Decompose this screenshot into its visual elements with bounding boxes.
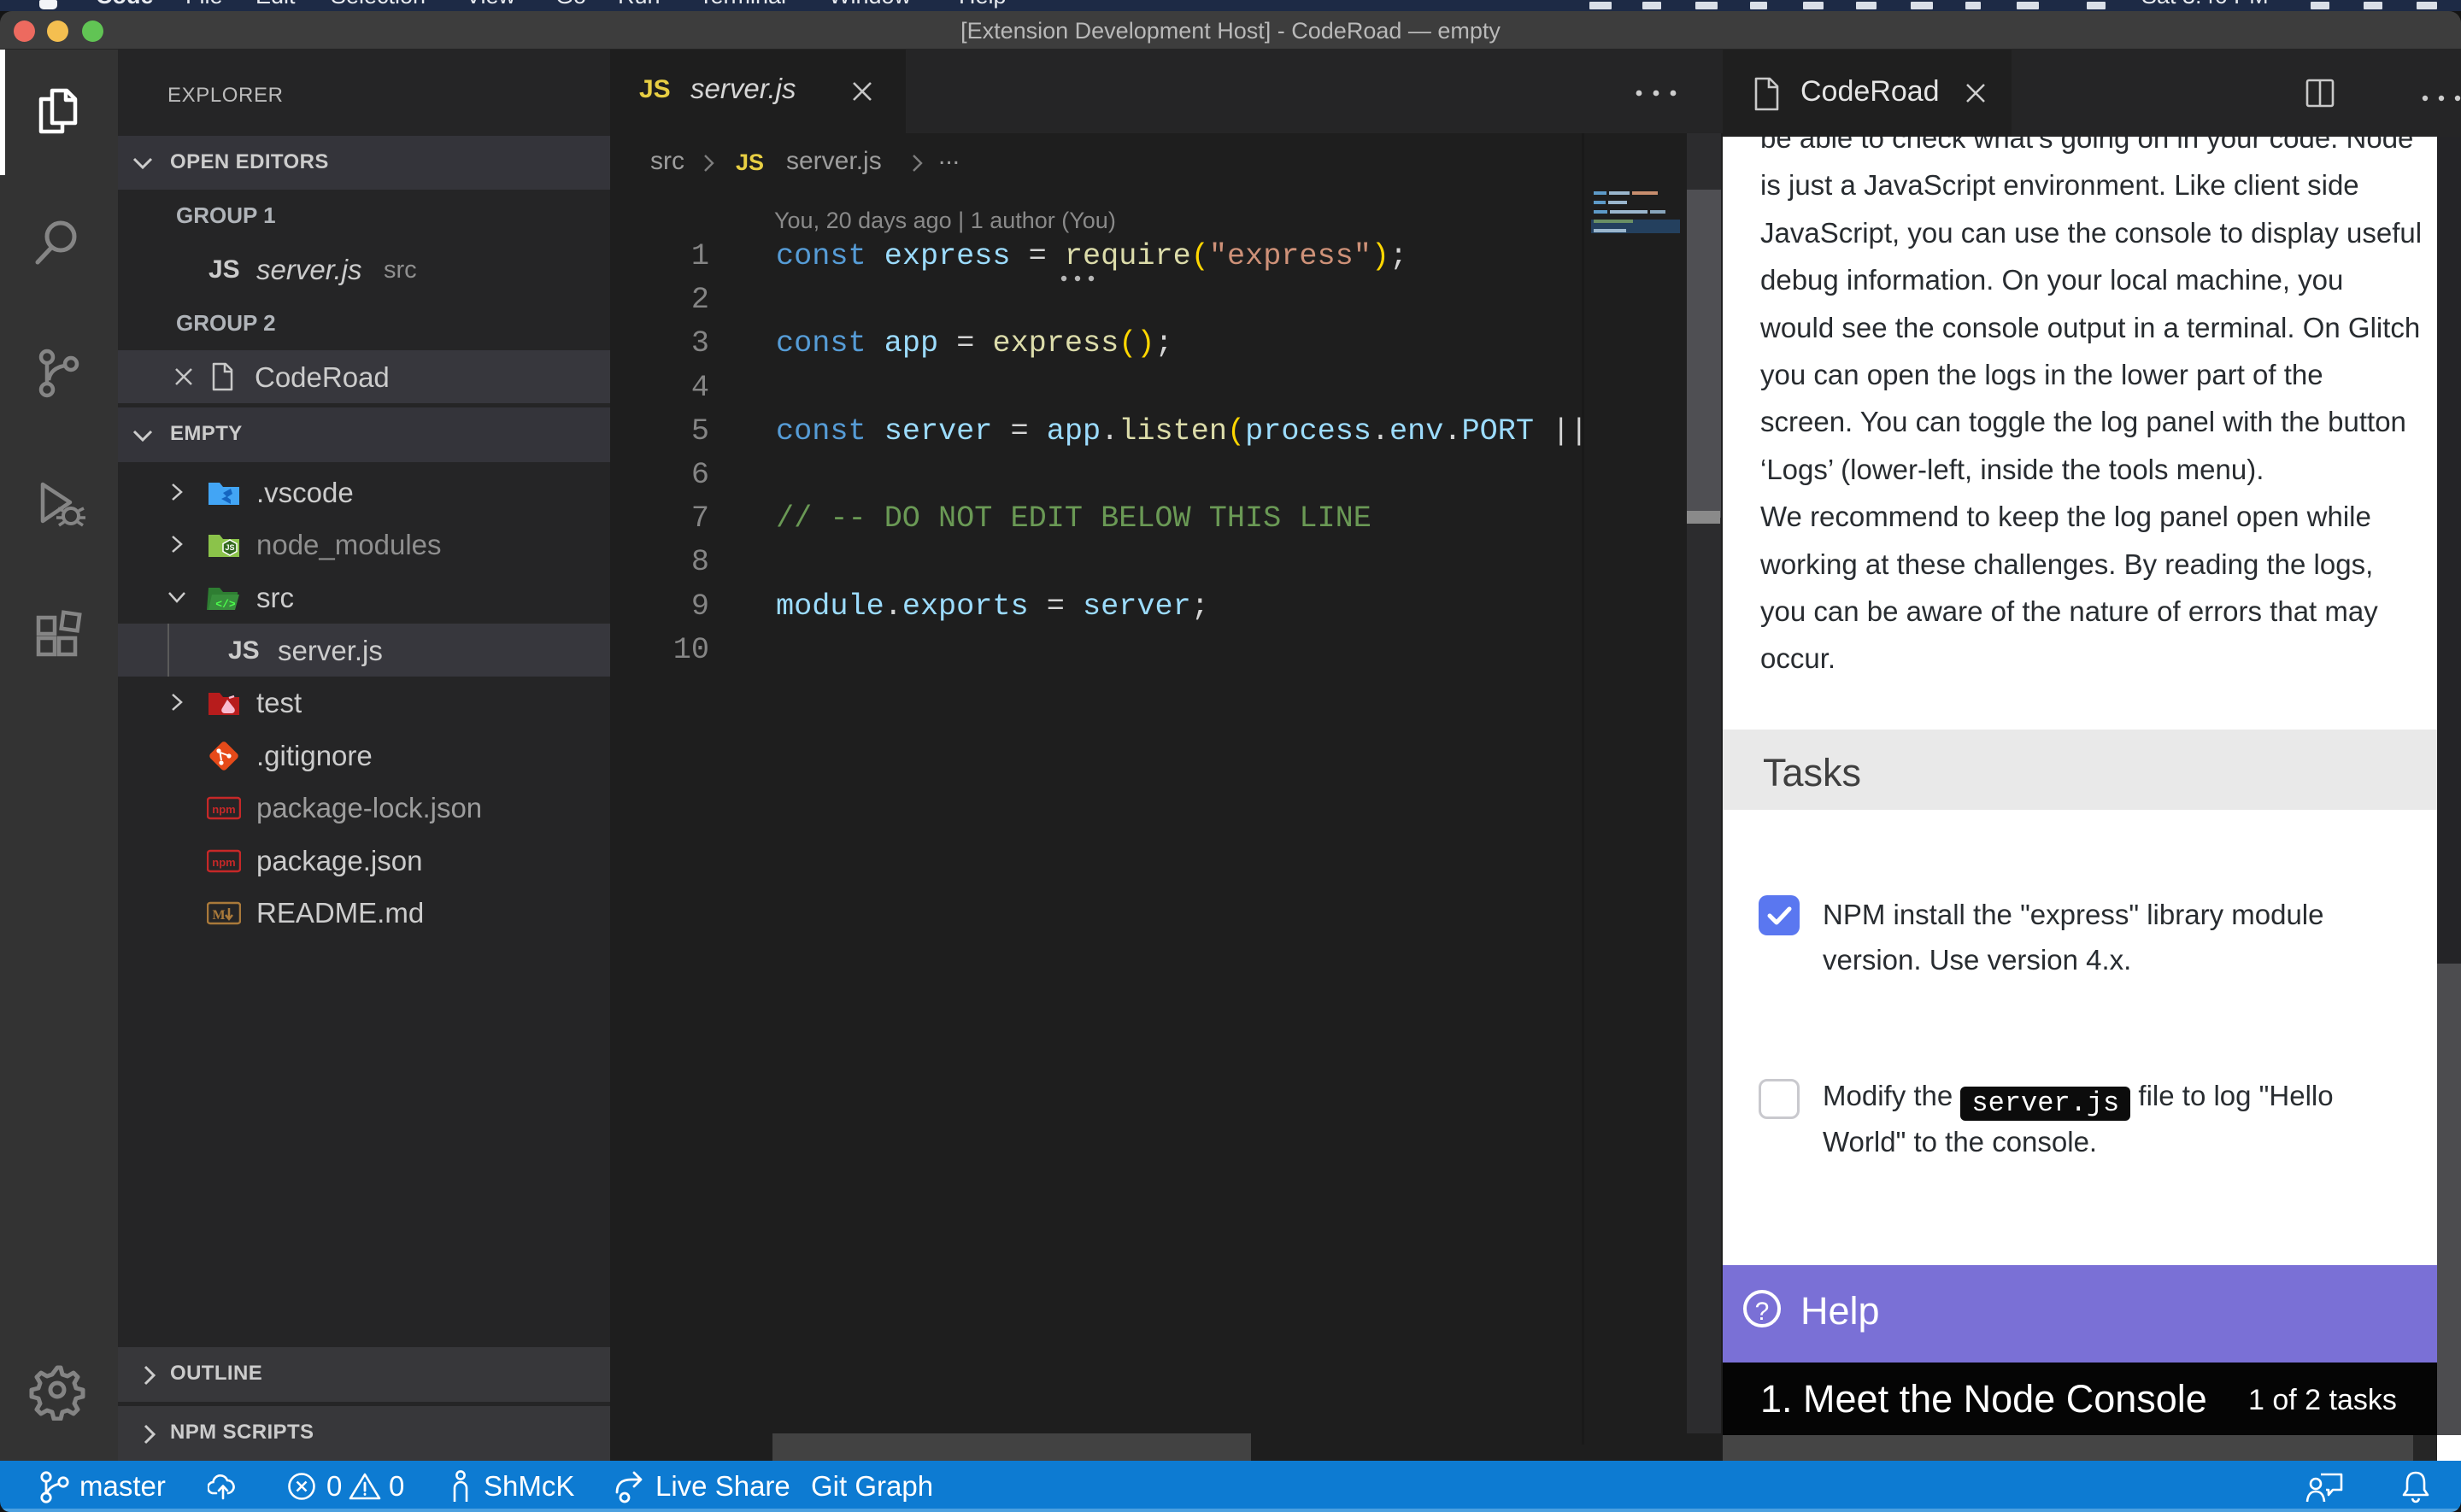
svg-text:JS: JS: [225, 543, 234, 552]
svg-text:M: M: [212, 908, 225, 923]
svg-text:npm: npm: [212, 856, 235, 869]
svg-text:</>: </>: [215, 598, 236, 611]
svg-text:npm: npm: [212, 803, 235, 816]
